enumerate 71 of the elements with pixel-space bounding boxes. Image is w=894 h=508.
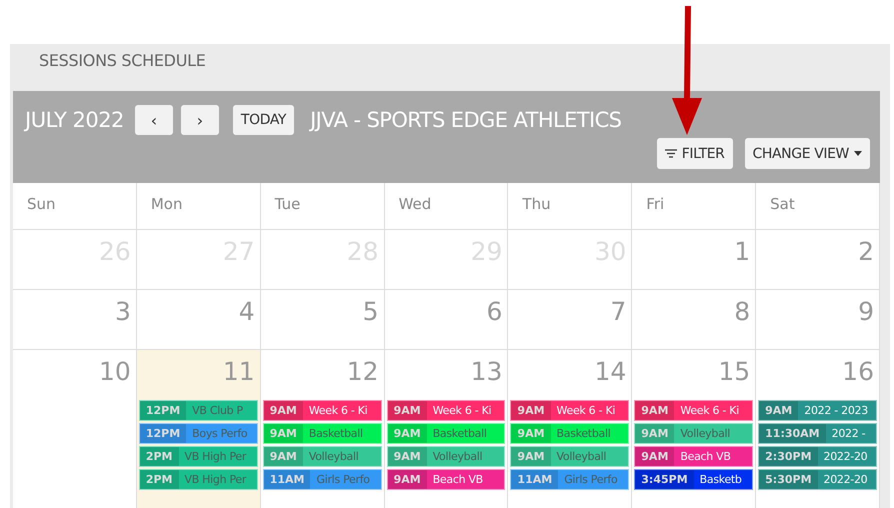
day-number[interactable]: 9 bbox=[756, 290, 879, 328]
day-number[interactable]: 15 bbox=[632, 350, 756, 388]
day-cell[interactable]: 9 bbox=[756, 290, 880, 350]
day-number[interactable]: 14 bbox=[508, 350, 632, 388]
month-title: JULY 2022 bbox=[25, 108, 124, 132]
event-chip[interactable]: 3:45PM Basketb bbox=[634, 469, 754, 490]
venue-title: JJVA - SPORTS EDGE ATHLETICS bbox=[310, 108, 622, 132]
event-chip[interactable]: 9AM Week 6 - Ki bbox=[510, 400, 630, 421]
event-chip[interactable]: 9AM Beach VB bbox=[386, 469, 506, 490]
day-number[interactable]: 3 bbox=[13, 290, 136, 328]
day-number[interactable]: 1 bbox=[632, 230, 756, 268]
event-chip[interactable]: 11AM Girls Perfo bbox=[262, 469, 382, 490]
day-cell[interactable]: 8 bbox=[632, 290, 756, 350]
filter-icon bbox=[664, 149, 677, 158]
day-number[interactable]: 2 bbox=[756, 230, 879, 268]
page-title: SESSIONS SCHEDULE bbox=[38, 50, 207, 72]
weekday-label: Mon bbox=[150, 195, 182, 213]
caret-icon bbox=[854, 151, 862, 156]
day-cell[interactable]: 2 bbox=[756, 230, 880, 290]
day-number[interactable]: 7 bbox=[508, 290, 632, 328]
weekday-label: Sat bbox=[770, 195, 795, 213]
day-cell[interactable]: 6 bbox=[384, 290, 508, 350]
event-chip[interactable]: 9AM Volleyball bbox=[386, 446, 506, 467]
weekday-label: Tue bbox=[274, 195, 300, 213]
previous-button[interactable]: ‹ bbox=[134, 105, 173, 135]
event-chip[interactable]: 12PM VB Club P bbox=[138, 400, 258, 421]
day-number[interactable]: 4 bbox=[136, 290, 260, 328]
today-button[interactable]: TODAY bbox=[232, 105, 294, 135]
day-cell[interactable]: 5 bbox=[260, 290, 385, 350]
event-chip[interactable]: 5:30PM 2022-20 bbox=[758, 469, 877, 490]
event-chip[interactable]: 2:30PM 2022-20 bbox=[758, 446, 877, 467]
event-chip[interactable]: 9AM Basketball bbox=[386, 423, 506, 444]
event-chip[interactable]: 9AM Beach VB bbox=[634, 446, 754, 467]
weekday-label: Wed bbox=[398, 195, 432, 213]
day-number[interactable]: 12 bbox=[260, 350, 384, 388]
event-chip[interactable]: 2PM VB High Per bbox=[138, 469, 258, 490]
event-chip[interactable]: 9AM Volleyball bbox=[634, 423, 754, 444]
event-chip[interactable]: 9AM 2022 - 2023 bbox=[758, 400, 877, 421]
day-number[interactable]: 11 bbox=[136, 350, 260, 388]
change-view-button[interactable]: CHANGE VIEW bbox=[744, 138, 870, 169]
day-cell[interactable]: 3 bbox=[13, 290, 137, 350]
day-cell[interactable]: 13 9AM Week 6 - Ki 9AM Basketball 9AM Volleyball 9AM Beach VB bbox=[384, 350, 508, 508]
event-chip[interactable]: 9AM Week 6 - Ki bbox=[386, 400, 506, 421]
event-chip[interactable]: 9AM Basketball bbox=[510, 423, 630, 444]
day-cell[interactable]: 1 bbox=[632, 230, 756, 290]
filter-button[interactable]: FILTER bbox=[656, 138, 732, 169]
day-number[interactable]: 5 bbox=[260, 290, 384, 328]
event-chip[interactable]: 9AM Volleyball bbox=[510, 446, 630, 467]
event-chip[interactable]: 9AM Volleyball bbox=[262, 446, 382, 467]
next-button[interactable]: › bbox=[180, 105, 219, 135]
weekday-label: Thu bbox=[522, 195, 551, 213]
day-number[interactable]: 16 bbox=[756, 350, 879, 388]
day-number[interactable]: 6 bbox=[384, 290, 508, 328]
event-chip[interactable]: 11:30AM 2022 - bbox=[758, 423, 877, 444]
event-chip[interactable]: 9AM Basketball bbox=[262, 423, 382, 444]
day-cell[interactable]: 7 bbox=[508, 290, 632, 350]
event-chip[interactable]: 2PM VB High Per bbox=[138, 446, 258, 467]
day-cell[interactable]: 11 12PM VB Club P 12PM Boys Perfo 2PM VB High Per 2PM VB High Per bbox=[136, 350, 261, 508]
weekday-label: Sun bbox=[27, 195, 56, 213]
day-cell[interactable]: 16 9AM 2022 - 2023 11:30AM 2022 - 2:30PM 2022-20 5:30PM 2022-20 bbox=[756, 350, 880, 508]
day-number[interactable]: 13 bbox=[384, 350, 508, 388]
event-chip[interactable]: 9AM Week 6 - Ki bbox=[262, 400, 382, 421]
event-chip[interactable]: 9AM Week 6 - Ki bbox=[634, 400, 754, 421]
day-cell[interactable]: 14 9AM Week 6 - Ki 9AM Basketball 9AM Volleyball 11AM Girls Perfo bbox=[508, 350, 632, 508]
day-number[interactable]: 10 bbox=[13, 350, 136, 388]
day-cell[interactable]: 12 9AM Week 6 - Ki 9AM Basketball 9AM Volleyball 11AM Girls Perfo bbox=[260, 350, 385, 508]
weekday-label: Fri bbox=[646, 195, 664, 213]
event-chip[interactable]: 11AM Girls Perfo bbox=[510, 469, 630, 490]
day-cell[interactable]: 15 9AM Week 6 - Ki 9AM Volleyball 9AM Beach VB 3:45PM Basketb bbox=[632, 350, 756, 508]
day-number[interactable]: 8 bbox=[632, 290, 756, 328]
event-chip[interactable]: 12PM Boys Perfo bbox=[138, 423, 258, 444]
